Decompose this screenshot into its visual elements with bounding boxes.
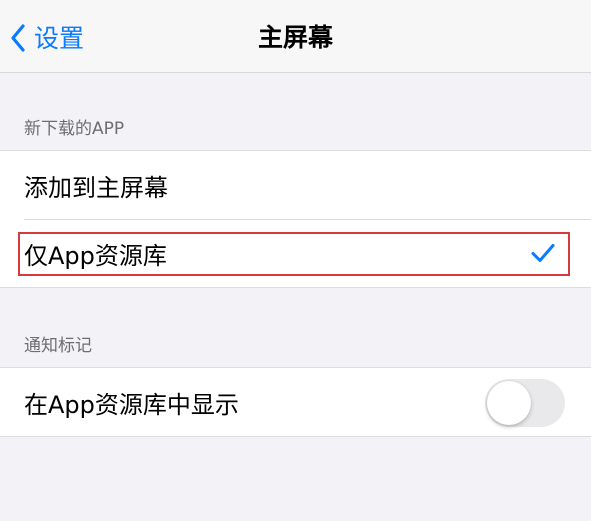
highlight-annotation-box (18, 232, 570, 276)
page-title: 主屏幕 (257, 23, 333, 52)
option-label: 在App资源库中显示 (24, 390, 239, 419)
toggle-knob (487, 381, 531, 425)
notification-badges-group: 在App资源库中显示 (0, 367, 591, 437)
section-header-notification-badges: 通知标记 (24, 336, 92, 356)
show-in-app-library-toggle[interactable] (485, 379, 565, 427)
navigation-bar: 设置 主屏幕 (0, 0, 591, 73)
show-in-app-library-row: 在App资源库中显示 (0, 368, 591, 436)
option-label: 添加到主屏幕 (24, 173, 168, 202)
section-header-new-downloads: 新下载的APP (24, 119, 125, 139)
option-add-to-home-screen[interactable]: 添加到主屏幕 (0, 151, 591, 219)
row-divider (24, 219, 591, 220)
